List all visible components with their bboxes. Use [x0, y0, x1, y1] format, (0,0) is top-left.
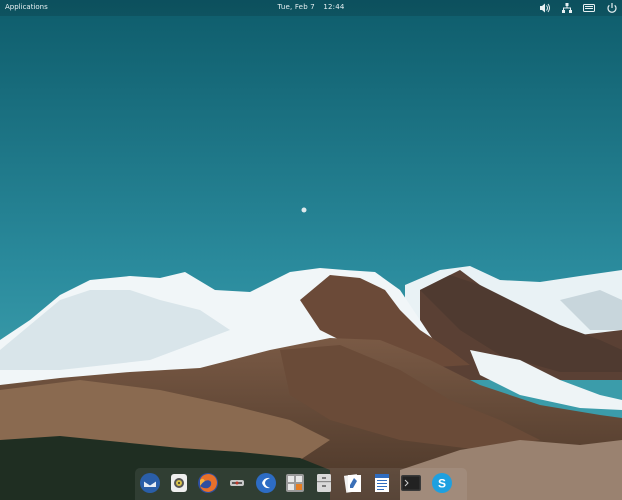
network-icon[interactable] [561, 2, 573, 14]
calculator-icon[interactable] [284, 472, 306, 494]
text-editor-icon[interactable] [342, 472, 364, 494]
keyboard-icon[interactable] [583, 2, 595, 14]
skype-icon[interactable]: S [431, 472, 453, 494]
clock-date: Tue, Feb 7 [277, 3, 315, 11]
web-browser-icon[interactable] [197, 472, 219, 494]
top-panel: Applications Tue, Feb 7 12:44 [0, 0, 622, 16]
dock: S [135, 468, 467, 500]
date-time[interactable]: Tue, Feb 7 12:44 [0, 3, 622, 11]
mail-client-icon[interactable] [139, 472, 161, 494]
svg-text:S: S [438, 477, 446, 491]
software-center-icon[interactable] [255, 472, 277, 494]
moon [301, 207, 307, 213]
mountain-wallpaper [0, 0, 622, 500]
clock-time: 12:44 [323, 3, 345, 11]
power-icon[interactable] [606, 2, 618, 14]
desktop-background: Applications Tue, Feb 7 12:44 S [0, 0, 622, 500]
archive-icon[interactable] [313, 472, 335, 494]
music-player-icon[interactable] [168, 472, 190, 494]
document-icon[interactable] [371, 472, 393, 494]
volume-icon[interactable] [539, 2, 551, 14]
terminal-icon[interactable] [400, 472, 422, 494]
transmission-icon[interactable] [226, 472, 248, 494]
